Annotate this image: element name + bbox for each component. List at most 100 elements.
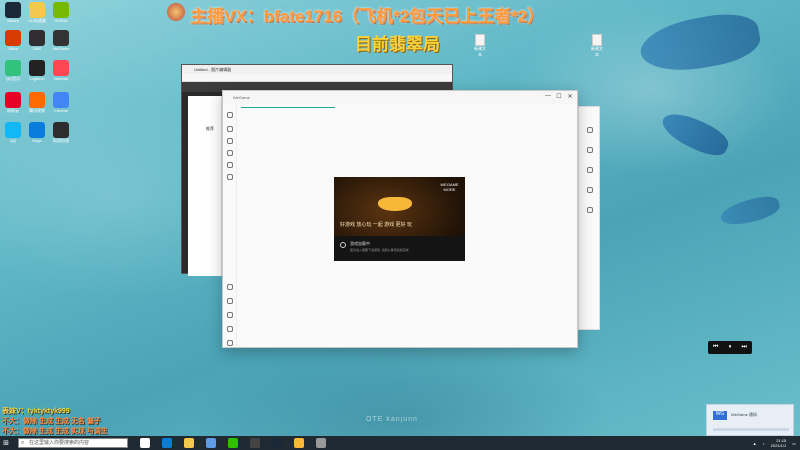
app-icon (5, 60, 21, 76)
desktop-icon-label: WeGame (52, 46, 70, 51)
desktop-icon[interactable]: Valorant (50, 60, 72, 84)
toast-text: WeGame 通知 (731, 412, 757, 417)
desktop-icon[interactable]: UU加速器 (26, 2, 48, 26)
desktop-icon-label: UU加速器 (28, 18, 46, 23)
maximize-button[interactable]: ☐ (554, 93, 564, 100)
next-track-icon[interactable]: ⏭ (742, 344, 747, 351)
task-view-icon[interactable] (140, 438, 150, 448)
app-icon (53, 92, 69, 108)
splash-slogan: 好游戏 放心玩 一起 游戏 更好 玩 (340, 222, 412, 228)
clock[interactable]: 21:15 2021/1/1 (771, 438, 787, 448)
desktop-icon[interactable]: Steam (2, 2, 24, 26)
loading-progress-line (241, 107, 335, 108)
desktop-icon[interactable]: Logitech (26, 60, 48, 84)
behind-panel-heading: 推荐 (206, 126, 214, 131)
desktop-icon[interactable]: QQ音乐 (2, 60, 24, 84)
desktop-icon-label: Office (7, 46, 19, 51)
desktop-icon[interactable]: Edge (26, 122, 48, 146)
desktop-icon-label: Edge (32, 138, 42, 143)
minimize-button[interactable]: — (543, 93, 553, 99)
prev-track-icon[interactable]: ⏮ (713, 344, 718, 351)
edge-icon[interactable] (162, 438, 172, 448)
main-titlebar[interactable]: WeGame (223, 91, 577, 104)
desktop-icon-label: 网易云 (7, 108, 19, 113)
desktop-file[interactable]: 新建文本 (473, 34, 487, 58)
store-icon[interactable] (206, 438, 216, 448)
start-button[interactable]: ⊞ (0, 436, 12, 450)
desktop-icon-label: Steam (7, 18, 19, 23)
stream-rank: 目前翡翠局 (355, 35, 440, 54)
taskbar: ⊞ ⌕ 在这里输入你要搜索的内容 ▲ ♪ 21:15 2021/1/1 ▭ (0, 436, 800, 450)
wegame-icon[interactable] (294, 438, 304, 448)
desktop-icon[interactable]: QQ (2, 122, 24, 146)
side-icon[interactable] (587, 187, 593, 193)
desktop-file[interactable]: 新建文本 (590, 34, 604, 58)
app-icon (5, 30, 21, 46)
desktop-icon-label: Logitech (29, 76, 45, 81)
splash-status: 游戏加载中 (350, 241, 370, 246)
desktop-icon-label: NVIDIA (54, 18, 68, 23)
desktop-icon-label: 网游加速 (53, 138, 69, 143)
stream-title: 主播VX：bfate1716（飞机*2包天已上王者*2） (190, 7, 545, 26)
app-icon (29, 122, 45, 138)
left-rail (223, 104, 237, 347)
desktop-icon-label: Chrome (53, 108, 69, 113)
back-window-menubar[interactable] (182, 74, 452, 82)
stream-note: 表妹V：tyktyktyk999 (2, 408, 70, 415)
taskbar-search[interactable]: ⌕ 在这里输入你要搜索的内容 (18, 438, 128, 448)
app-icon (29, 30, 45, 46)
volume-icon[interactable]: ♪ (763, 441, 765, 446)
folder-icon[interactable] (227, 284, 233, 290)
main-window-title: WeGame (233, 95, 250, 100)
app-icon (53, 60, 69, 76)
friends-icon[interactable] (227, 162, 233, 168)
library-icon[interactable] (227, 150, 233, 156)
notification-icon[interactable]: ▭ (792, 441, 796, 446)
menu-icon[interactable] (227, 112, 233, 118)
steam-icon[interactable] (272, 438, 282, 448)
search-placeholder: 在这里输入你要搜索的内容 (29, 440, 90, 446)
pause-icon[interactable]: ⏸ (728, 344, 731, 351)
chat-icon[interactable] (227, 312, 233, 318)
side-icon[interactable] (587, 127, 593, 133)
desktop-icon[interactable]: Chrome (50, 92, 72, 116)
home-icon[interactable] (227, 126, 233, 132)
splash-brand: WEGAME MORE (440, 182, 459, 192)
explorer-icon[interactable] (184, 438, 194, 448)
desktop-icon-label: OBS (32, 46, 42, 51)
desktop-icon-label: QQ (9, 138, 17, 143)
app-icon (53, 30, 69, 46)
gear-icon (340, 242, 346, 248)
desktop-icon-label: QQ音乐 (5, 76, 21, 81)
cloud-icon[interactable] (227, 298, 233, 304)
desktop-icon[interactable]: Office (2, 30, 24, 54)
theme-icon[interactable] (227, 326, 233, 332)
wallpaper-watermark: OTE kanjunn (366, 416, 418, 423)
store-icon[interactable] (227, 138, 233, 144)
settings-icon[interactable] (227, 340, 233, 346)
side-icon[interactable] (587, 167, 593, 173)
desktop-icon[interactable]: 网易云 (2, 92, 24, 116)
app-icon (29, 60, 45, 76)
download-icon[interactable] (227, 174, 233, 180)
desktop-icon[interactable]: NVIDIA (50, 2, 72, 26)
app-icon (53, 122, 69, 138)
behind-panel[interactable]: 推荐 (188, 96, 222, 276)
wechat-icon[interactable] (228, 438, 238, 448)
desktop-icon[interactable]: 网游加速 (50, 122, 72, 146)
side-icon[interactable] (587, 207, 593, 213)
side-icon[interactable] (587, 147, 593, 153)
toast-progress (713, 428, 789, 431)
network-icon[interactable]: ▲ (753, 441, 757, 446)
desktop-icon[interactable]: WeGame (50, 30, 72, 54)
desktop-icon[interactable]: 腾讯视频 (26, 92, 48, 116)
side-window[interactable] (578, 106, 600, 330)
obs-icon[interactable] (250, 438, 260, 448)
file-icon (592, 34, 602, 46)
game-icon[interactable] (316, 438, 326, 448)
app-icon (29, 92, 45, 108)
close-button[interactable]: ✕ (565, 93, 575, 100)
app-icon (53, 2, 69, 18)
notification-toast[interactable]: WG WeGame 通知 (706, 404, 794, 436)
desktop-icon[interactable]: OBS (26, 30, 48, 54)
